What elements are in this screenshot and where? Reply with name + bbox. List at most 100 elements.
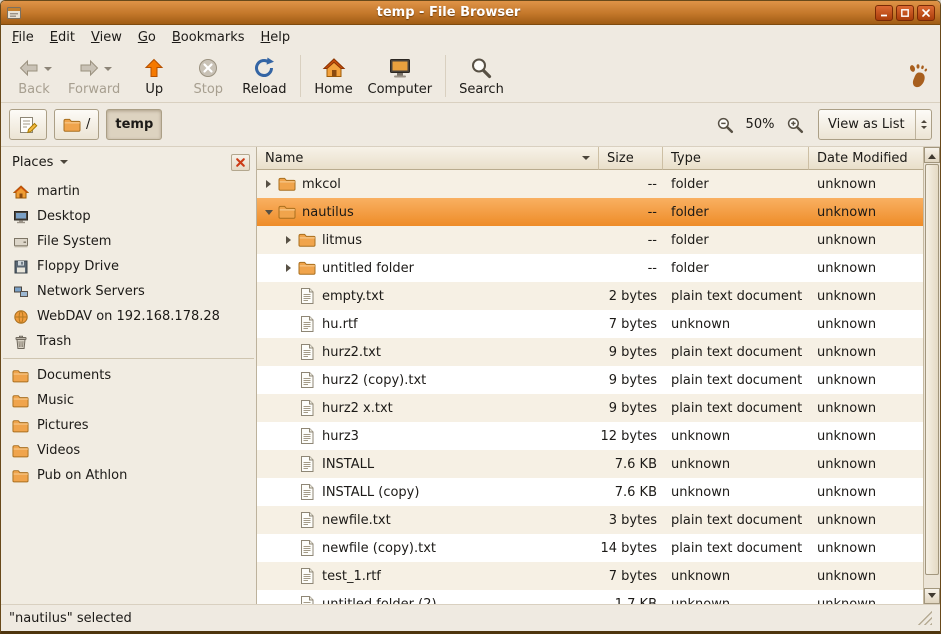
sidebar-item-martin[interactable]: martin — [1, 179, 256, 204]
path-root-button[interactable]: / — [54, 109, 99, 140]
chevron-down-icon[interactable] — [104, 67, 112, 75]
sidebar-item-trash[interactable]: Trash — [1, 329, 256, 354]
file-date-cell: unknown — [809, 590, 923, 604]
file-row-nautilus[interactable]: nautilus--folderunknown — [257, 198, 923, 226]
floppy-icon — [12, 259, 29, 275]
file-type-cell: unknown — [663, 310, 809, 338]
sidebar-item-music[interactable]: Music — [1, 388, 256, 413]
resize-grip[interactable] — [918, 611, 932, 625]
file-row-install-copy[interactable]: INSTALL (copy)7.6 KBunknownunknown — [257, 478, 923, 506]
text-file-icon — [298, 316, 316, 332]
expander-collapsed-icon[interactable] — [281, 264, 296, 272]
file-name-cell: newfile (copy).txt — [257, 534, 599, 562]
scrollbar-thumb[interactable] — [925, 164, 939, 575]
file-type-cell: unknown — [663, 478, 809, 506]
menu-edit[interactable]: Edit — [42, 25, 83, 50]
sidebar-item-label: martin — [37, 184, 80, 199]
menu-help[interactable]: Help — [253, 25, 299, 50]
file-row-mkcol[interactable]: mkcol--folderunknown — [257, 170, 923, 198]
file-row-install[interactable]: INSTALL7.6 KBunknownunknown — [257, 450, 923, 478]
vertical-scrollbar[interactable] — [923, 147, 940, 604]
file-row-hurz2-x-txt[interactable]: hurz2 x.txt9 bytesplain text documentunk… — [257, 394, 923, 422]
view-mode-select[interactable]: View as List — [818, 109, 932, 140]
sidebar-item-label: File System — [37, 234, 111, 249]
file-name-cell: untitled folder (2) — [257, 590, 599, 604]
column-header-size[interactable]: Size — [599, 147, 663, 170]
file-row-untitled-folder-2[interactable]: untitled folder (2)1.7 KBunknownunknown — [257, 590, 923, 604]
toolbar-reload-button[interactable]: Reload — [235, 52, 293, 101]
toolbar-buttons: BackForwardUpStopReload HomeComputerSearc… — [7, 51, 511, 101]
file-row-litmus[interactable]: litmus--folderunknown — [257, 226, 923, 254]
zoom-in-button[interactable] — [783, 113, 807, 137]
file-row-newfile-txt[interactable]: newfile.txt3 bytesplain text documentunk… — [257, 506, 923, 534]
scroll-down-button[interactable] — [924, 588, 940, 604]
sidebar-item-label: Pictures — [37, 418, 88, 433]
file-date-cell: unknown — [809, 422, 923, 450]
column-header-name[interactable]: Name — [257, 147, 599, 170]
toolbar-home-button[interactable]: Home — [307, 52, 361, 101]
sidebar-item-label: WebDAV on 192.168.178.28 — [37, 309, 220, 324]
toolbar-back-button[interactable]: Back — [7, 52, 61, 101]
sidebar-item-pub-on-athlon[interactable]: Pub on Athlon — [1, 463, 256, 488]
expander-expanded-icon[interactable] — [261, 206, 276, 219]
file-row-untitled-folder[interactable]: untitled folder--folderunknown — [257, 254, 923, 282]
edit-location-icon — [18, 115, 38, 135]
sidebar-item-pictures[interactable]: Pictures — [1, 413, 256, 438]
toolbar-stop-button[interactable]: Stop — [181, 52, 235, 101]
file-row-test-1-rtf[interactable]: test_1.rtf7 bytesunknownunknown — [257, 562, 923, 590]
file-date-cell: unknown — [809, 506, 923, 534]
zoom-out-button[interactable] — [713, 113, 737, 137]
sidebar-item-documents[interactable]: Documents — [1, 363, 256, 388]
file-size-cell: 12 bytes — [599, 422, 663, 450]
home-icon — [322, 56, 346, 80]
file-size-cell: 9 bytes — [599, 366, 663, 394]
scroll-up-button[interactable] — [924, 147, 940, 163]
file-name-label: untitled folder (2) — [322, 597, 437, 605]
maximize-button[interactable] — [896, 5, 914, 21]
file-date-cell: unknown — [809, 254, 923, 282]
file-row-hurz3[interactable]: hurz312 bytesunknownunknown — [257, 422, 923, 450]
file-row-hurz2-txt[interactable]: hurz2.txt9 bytesplain text documentunkno… — [257, 338, 923, 366]
path-current-button[interactable]: temp — [106, 109, 162, 140]
file-row-empty-txt[interactable]: empty.txt2 bytesplain text documentunkno… — [257, 282, 923, 310]
text-file-icon — [298, 288, 316, 304]
expander-collapsed-icon[interactable] — [261, 180, 276, 188]
sidebar-item-desktop[interactable]: Desktop — [1, 204, 256, 229]
file-row-hurz2-copy-txt[interactable]: hurz2 (copy).txt9 bytesplain text docume… — [257, 366, 923, 394]
menu-file[interactable]: File — [4, 25, 42, 50]
toolbar-up-button[interactable]: Up — [127, 52, 181, 101]
expander-collapsed-icon[interactable] — [281, 236, 296, 244]
sort-indicator-icon — [582, 156, 590, 164]
sidebar-item-network-servers[interactable]: Network Servers — [1, 279, 256, 304]
file-name-label: INSTALL — [322, 457, 374, 472]
toolbar-search-button[interactable]: Search — [452, 52, 511, 101]
sidebar-item-floppy-drive[interactable]: Floppy Drive — [1, 254, 256, 279]
sidebar-item-label: Documents — [37, 368, 111, 383]
menu-go[interactable]: Go — [130, 25, 164, 50]
text-file-icon — [298, 456, 316, 472]
close-button[interactable] — [917, 5, 935, 21]
zoom-level: 50% — [744, 117, 776, 132]
zoom-out-icon — [716, 116, 734, 134]
toolbar-computer-button[interactable]: Computer — [361, 52, 440, 101]
minimize-button[interactable] — [875, 5, 893, 21]
gnome-logo-icon — [906, 63, 928, 89]
sidebar-item-file-system[interactable]: File System — [1, 229, 256, 254]
window-icon — [6, 5, 22, 21]
file-size-cell: 7.6 KB — [599, 478, 663, 506]
edit-location-button[interactable] — [9, 109, 47, 140]
file-row-hu-rtf[interactable]: hu.rtf7 bytesunknownunknown — [257, 310, 923, 338]
sidebar-item-videos[interactable]: Videos — [1, 438, 256, 463]
file-size-cell: -- — [599, 254, 663, 282]
menu-bookmarks[interactable]: Bookmarks — [164, 25, 253, 50]
menu-view[interactable]: View — [83, 25, 130, 50]
column-header-type[interactable]: Type — [663, 147, 809, 170]
places-header[interactable]: Places — [1, 147, 256, 177]
chevron-down-icon[interactable] — [44, 67, 52, 75]
title-bar[interactable]: temp - File Browser — [1, 1, 940, 25]
toolbar-forward-button[interactable]: Forward — [61, 52, 127, 101]
file-row-newfile-copy-txt[interactable]: newfile (copy).txt14 bytesplain text doc… — [257, 534, 923, 562]
sidebar-item-webdav-on-192-168-178-28[interactable]: WebDAV on 192.168.178.28 — [1, 304, 256, 329]
close-sidebar-button[interactable] — [231, 154, 250, 171]
column-header-date-modified[interactable]: Date Modified — [809, 147, 923, 170]
